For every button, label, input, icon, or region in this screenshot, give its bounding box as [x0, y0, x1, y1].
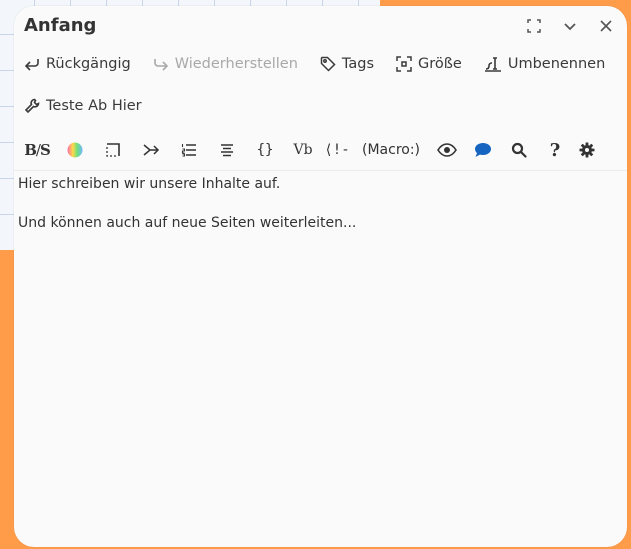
size-label: Größe: [418, 56, 462, 72]
size-button[interactable]: Größe: [396, 56, 462, 72]
redo-icon: [153, 59, 168, 71]
comment-icon: ⟨!-: [324, 142, 350, 158]
help-icon: ?: [549, 139, 561, 161]
content-line: Und können auch auf neue Seiten weiterle…: [18, 215, 357, 231]
resize-icon: [396, 56, 412, 72]
search-button[interactable]: [504, 138, 534, 162]
braces-icon: {}: [256, 142, 274, 158]
passage-text-area[interactable]: Hier schreiben wir unsere Inhalte auf. U…: [18, 174, 356, 233]
test-from-here-label: Teste Ab Hier: [46, 98, 142, 114]
rename-label: Umbenennen: [507, 56, 606, 72]
redo-label: Wiederherstellen: [174, 56, 298, 72]
rename-icon: [484, 57, 501, 72]
window-controls: [523, 15, 617, 37]
preview-button[interactable]: [432, 138, 462, 162]
test-from-here-button[interactable]: Teste Ab Hier: [24, 98, 142, 114]
toolbar-secondary: Teste Ab Hier: [24, 98, 142, 114]
macro-label: (Macro:): [362, 142, 421, 158]
tags-label: Tags: [341, 56, 375, 72]
comment-button[interactable]: ⟨!-: [322, 138, 352, 162]
undo-button[interactable]: Rückgängig: [24, 56, 131, 72]
tag-icon: [320, 56, 336, 72]
close-icon: [600, 20, 612, 32]
speech-bubble-icon: [475, 143, 492, 157]
align-center-button[interactable]: [212, 138, 242, 162]
toolbar-divider: [14, 170, 627, 171]
content-line: Hier schreiben wir unsere Inhalte auf.: [18, 176, 281, 192]
list-icon: [181, 144, 196, 157]
collapse-button[interactable]: [559, 15, 581, 37]
border-button[interactable]: [98, 138, 128, 162]
wrench-icon: [24, 98, 40, 114]
list-button[interactable]: [174, 138, 204, 162]
border-icon: [106, 143, 120, 157]
verbatim-button[interactable]: Vb: [288, 138, 318, 162]
toolbar-primary: Rückgängig Wiederherstellen Tags Größe U…: [24, 56, 605, 72]
help-button[interactable]: ?: [540, 138, 570, 162]
align-button[interactable]: [136, 138, 166, 162]
close-button[interactable]: [595, 15, 617, 37]
eye-icon: [437, 143, 457, 157]
rename-button[interactable]: Umbenennen: [484, 56, 605, 72]
titlebar: Anfang: [14, 6, 627, 50]
chevron-down-icon: [564, 23, 576, 31]
macro-button[interactable]: (Macro:): [362, 138, 420, 162]
format-toolbar: B/S {} Vb ⟨!- (Macro:) ?: [22, 136, 622, 164]
undo-label: Rückgängig: [46, 56, 131, 72]
fullscreen-icon: [527, 19, 541, 33]
passage-title: Anfang: [24, 15, 97, 36]
verbatim-icon: Vb: [293, 142, 313, 158]
undo-icon: [24, 59, 39, 71]
align-center-icon: [221, 144, 233, 157]
gear-icon: [579, 142, 595, 158]
chevron-arrow-icon: [143, 144, 160, 156]
color-button[interactable]: [60, 138, 90, 162]
color-wheel-icon: [67, 142, 83, 158]
fullscreen-button[interactable]: [523, 15, 545, 37]
braces-button[interactable]: {}: [250, 138, 280, 162]
settings-button[interactable]: [572, 138, 602, 162]
bold-strike-button[interactable]: B/S: [22, 138, 52, 162]
speech-bubble-button[interactable]: [468, 138, 498, 162]
bold-strike-icon: B/S: [24, 141, 51, 159]
redo-button[interactable]: Wiederherstellen: [153, 56, 298, 72]
tags-button[interactable]: Tags: [320, 56, 374, 72]
search-icon: [511, 142, 527, 158]
passage-editor-panel: Anfang Rückgängig Wiederherstellen Tags …: [14, 6, 627, 547]
